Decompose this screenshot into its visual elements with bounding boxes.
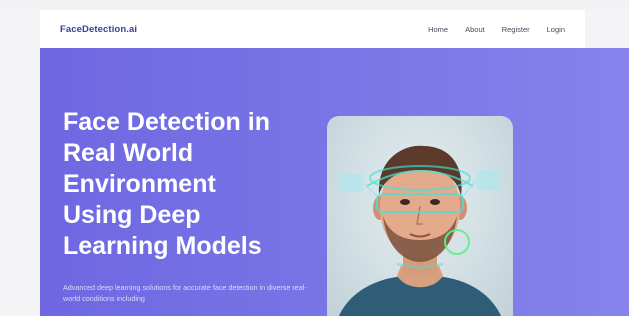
hero-description: Advanced deep learning solutions for acc… — [63, 283, 307, 303]
hero-title: Face Detection in Real World Environment… — [63, 108, 270, 260]
hud-panel-left — [339, 174, 363, 192]
face-scan-illustration — [338, 145, 502, 316]
face-scan-image — [327, 116, 513, 316]
nav-link-login[interactable]: Login — [547, 25, 565, 34]
navbar: FaceDetection.ai Home About Register Log… — [40, 10, 585, 48]
nav-link-about[interactable]: About — [465, 25, 485, 34]
hud-panel-right — [477, 170, 499, 190]
nav-link-home[interactable]: Home — [428, 25, 448, 34]
hero-section: Face Detection in Real World Environment… — [40, 48, 629, 316]
top-strip — [0, 0, 629, 10]
nav-link-register[interactable]: Register — [502, 25, 530, 34]
brand-logo[interactable]: FaceDetection.ai — [60, 24, 137, 35]
nav-links: Home About Register Login — [428, 25, 565, 34]
